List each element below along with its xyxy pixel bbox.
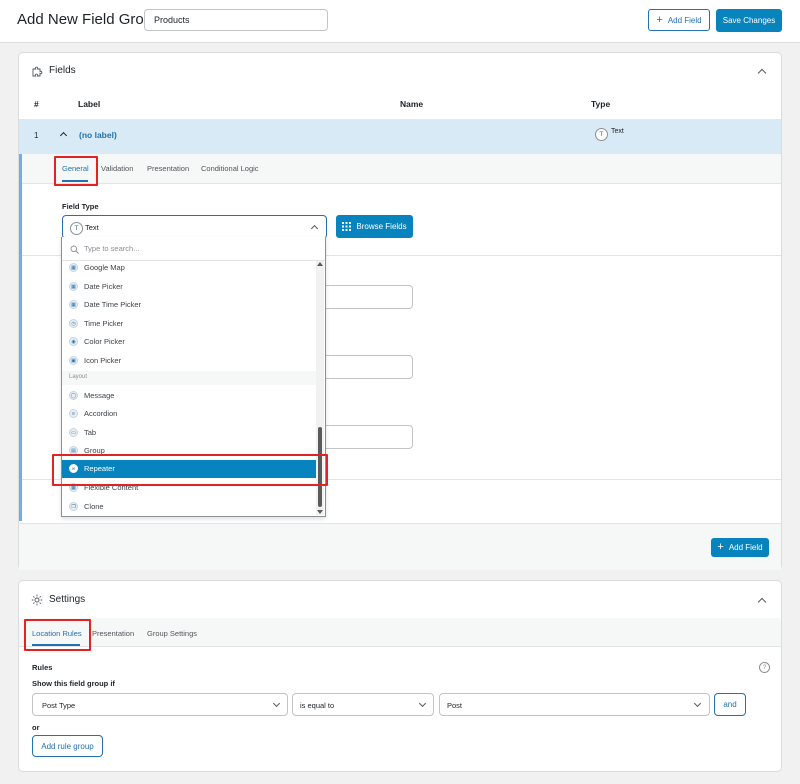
gear-icon [31, 594, 43, 606]
and-button[interactable]: and [714, 693, 746, 716]
col-name: Name [400, 99, 424, 109]
rules-label: Rules [32, 663, 53, 672]
settings-panel-title: Settings [49, 594, 86, 605]
plus-icon: + [717, 541, 724, 553]
clock-icon: ◷ [69, 319, 78, 328]
puzzle-icon [32, 66, 43, 77]
col-type: Type [591, 99, 611, 109]
rule-operator-select[interactable]: is equal to [292, 693, 434, 716]
chevron-down-icon [272, 699, 281, 708]
search-icon [70, 245, 79, 254]
clone-icon: ❐ [69, 502, 78, 511]
dropdown-item-date-picker[interactable]: ▦ Date Picker [62, 278, 318, 296]
collapse-field-chevron-icon[interactable] [59, 131, 68, 140]
collapse-settings-chevron-icon[interactable] [757, 597, 767, 607]
dropdown-item-icon-picker[interactable]: ▣ Icon Picker [62, 352, 318, 370]
save-changes-button[interactable]: Save Changes [716, 9, 782, 32]
field-type-select[interactable]: T Text [62, 215, 327, 239]
palette-icon: ◉ [69, 337, 78, 346]
tab-validation[interactable]: Validation [101, 164, 133, 173]
text-type-icon: T [70, 222, 83, 235]
collapse-fields-chevron-icon[interactable] [757, 68, 767, 78]
field-type-label: Field Type [62, 202, 99, 211]
annotation-highlight-repeater [52, 454, 328, 486]
dropdown-item-tab[interactable]: ▭ Tab [62, 424, 318, 442]
field-row[interactable]: 1 (no label) T Text [19, 119, 781, 154]
or-label: or [32, 723, 40, 732]
dropdown-search-input[interactable]: Type to search... [84, 244, 139, 253]
field-order-number: 1 [34, 131, 39, 140]
dropdown-item-time-picker[interactable]: ◷ Time Picker [62, 315, 318, 333]
annotation-highlight-location-rules [24, 619, 91, 651]
default-value-input[interactable] [322, 425, 413, 449]
browse-fields-button[interactable]: Browse Fields [336, 215, 413, 238]
add-rule-group-button[interactable]: Add rule group [32, 735, 103, 757]
rule-param-select[interactable]: Post Type [32, 693, 288, 716]
add-field-button[interactable]: + Add Field [648, 9, 710, 31]
icon-picker-icon: ▣ [69, 356, 78, 365]
field-label-input[interactable] [322, 285, 413, 309]
annotation-highlight-general-tab [54, 156, 98, 186]
accordion-icon: ≡ [69, 409, 78, 418]
scroll-down-arrow-icon[interactable] [317, 510, 323, 514]
chevron-down-icon [693, 699, 702, 708]
field-settings-tabs: General Validation Presentation Conditio… [22, 154, 781, 184]
dropdown-item-date-time-picker[interactable]: ▦ Date Time Picker [62, 296, 318, 314]
browse-fields-label: Browse Fields [356, 222, 407, 231]
tab-icon: ▭ [69, 428, 78, 437]
field-type-value: Text [85, 223, 99, 232]
grid-icon [342, 222, 352, 231]
show-if-label: Show this field group if [32, 679, 115, 688]
tab-conditional-logic[interactable]: Conditional Logic [201, 164, 259, 173]
dropdown-item-accordion[interactable]: ≡ Accordion [62, 405, 318, 423]
fields-panel-title: Fields [49, 65, 76, 76]
settings-tabs: Location Rules Presentation Group Settin… [19, 618, 781, 647]
top-bar: Add New Field Group Products + Add Field… [0, 0, 800, 43]
calendar-clock-icon: ▦ [69, 300, 78, 309]
calendar-icon: ▦ [69, 282, 78, 291]
add-field-label: Add Field [667, 15, 702, 25]
settings-panel: Settings Location Rules Presentation Gro… [18, 580, 782, 772]
dropdown-item-color-picker[interactable]: ◉ Color Picker [62, 333, 318, 351]
tab-presentation-settings[interactable]: Presentation [92, 629, 134, 638]
chevron-down-icon [418, 699, 427, 708]
field-name-input[interactable] [322, 355, 413, 379]
dropdown-group-layout: Layout [62, 371, 318, 385]
scroll-up-arrow-icon[interactable] [317, 262, 323, 266]
add-field-bottom-button[interactable]: + Add Field [711, 538, 769, 557]
help-icon[interactable]: ? [759, 662, 770, 673]
plus-icon: + [656, 13, 663, 26]
col-num: # [34, 99, 39, 109]
dropdown-item-clone[interactable]: ❐ Clone [62, 498, 318, 516]
field-type-text: Text [611, 128, 624, 135]
field-label-link[interactable]: (no label) [79, 130, 117, 140]
col-label: Label [78, 99, 101, 109]
message-icon: ◯ [69, 391, 78, 400]
map-icon: ▦ [69, 263, 78, 272]
dropdown-item-message[interactable]: ◯ Message [62, 387, 318, 405]
chevron-up-icon [310, 224, 319, 233]
rule-value-select[interactable]: Post [439, 693, 710, 716]
tab-presentation[interactable]: Presentation [147, 164, 189, 173]
text-type-icon: T [595, 128, 608, 141]
fields-footer: + Add Field [19, 523, 781, 570]
tab-group-settings[interactable]: Group Settings [147, 629, 197, 638]
page-title: Add New Field Group [17, 11, 161, 28]
add-field-bottom-label: Add Field [728, 543, 763, 552]
field-group-title-input[interactable]: Products [144, 9, 328, 31]
dropdown-item-google-map[interactable]: ▦ Google Map [62, 259, 318, 277]
